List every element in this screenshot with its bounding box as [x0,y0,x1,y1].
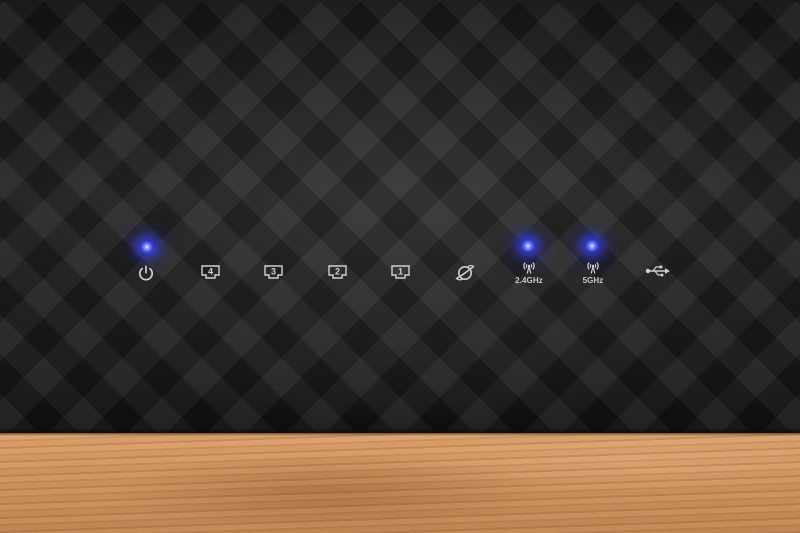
power-icon [137,264,155,282]
lan-3-number: 3 [271,267,276,277]
ethernet-port-icon: 4 [201,265,220,279]
internet-globe-icon [455,263,475,283]
router-front-panel [0,0,800,433]
wifi-antenna-icon [520,260,538,274]
lan-4-number: 4 [208,267,213,277]
lan-2-number: 2 [335,267,340,277]
wooden-table-surface [0,433,800,533]
router-photo: 4 3 2 1 2.4GHz 5GHz [0,0,800,533]
wifi-5ghz-label: 5GHz [582,276,604,285]
wifi-antenna-icon [584,260,602,274]
power-led [140,241,154,253]
wifi-2-4ghz-label: 2.4GHz [515,276,543,285]
lan-1-number: 1 [398,267,403,277]
ethernet-port-icon: 3 [264,265,283,279]
ethernet-port-icon: 1 [391,265,410,279]
wifi-5ghz-led [585,240,599,252]
usb-icon [645,264,671,278]
wifi-2-4ghz-led [521,240,535,252]
table-edge-shadow [0,433,800,436]
ethernet-port-icon: 2 [328,265,347,279]
